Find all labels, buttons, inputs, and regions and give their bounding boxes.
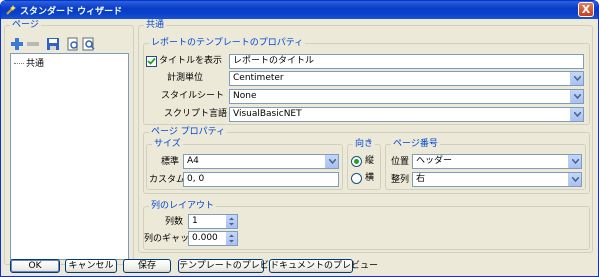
column-count-value: 1 [192,216,198,226]
unit-select[interactable]: Centimeter [229,71,584,86]
title-bar[interactable]: スタンダード ウィザード X [1,1,598,19]
save-button[interactable]: 保存 [123,259,171,273]
unit-label: 計測単位 [167,73,204,83]
custom-label: カスタム [149,175,186,185]
add-icon[interactable] [10,37,24,51]
orientation-group: 向き [347,139,381,190]
stylesheet-select[interactable]: None [229,89,584,104]
landscape-label[interactable]: 横 [365,173,374,184]
position-label: 位置 [391,157,410,167]
zoom-icon[interactable] [82,37,96,51]
page-number-title: ページ番号 [391,139,440,150]
wizard-window: スタンダード ウィザード X ページ 共通 共通 レポートのテンプレートのプロパ… [0,0,599,277]
wizard-icon [6,5,16,15]
unit-dropdown-button[interactable] [570,72,583,85]
dropdown-arrow-icon [329,159,336,164]
page-tree[interactable]: 共通 [10,53,129,260]
spin-arrows-icon [229,217,234,226]
tree-item-label: 共通 [26,59,45,69]
stylesheet-value: None [233,91,257,101]
unit-value: Centimeter [233,73,284,83]
position-dropdown-button[interactable] [568,155,581,168]
column-gap-value: 0.000 [192,233,218,243]
column-count-label: 列数 [165,217,184,227]
portrait-label[interactable]: 縦 [365,156,374,167]
size-title: サイズ [152,139,183,150]
align-label: 整列 [391,175,410,185]
column-gap-spinner[interactable]: 0.000 [188,231,238,246]
template-preview-button[interactable]: テンプレートのプレビュー [178,259,287,273]
preview-icon[interactable] [66,37,80,51]
common-group-title: 共通 [144,20,167,31]
dropdown-arrow-icon [572,177,579,182]
remove-icon[interactable] [26,37,40,51]
save-icon[interactable] [46,37,60,51]
report-template-title: レポートのテンプレートのプロパティ [149,38,306,49]
custom-size-input[interactable]: 0, 0 [183,172,339,187]
script-select[interactable]: VisualBasicNET [229,107,584,122]
document-preview-button[interactable]: ドキュメントのプレビュー [269,259,378,273]
orientation-title: 向き [353,139,376,150]
position-value: ヘッダー [416,156,453,166]
checkmark-icon [147,57,156,65]
portrait-radio[interactable] [351,156,362,167]
align-value: 右 [416,174,426,184]
column-count-spinner[interactable]: 1 [188,214,238,229]
cancel-button[interactable]: キャンセル [65,259,117,273]
align-select[interactable]: 右 [412,172,582,187]
page-props-title: ページ プロパティ [149,127,228,138]
ok-button[interactable]: OK [10,259,60,273]
standard-size-select[interactable]: A4 [183,154,339,169]
radio-selected-dot [354,159,359,164]
script-dropdown-button[interactable] [570,108,583,121]
script-label: スクリプト言語 [164,109,228,119]
landscape-radio[interactable] [351,173,362,184]
standard-size-dropdown-button[interactable] [325,155,338,168]
position-select[interactable]: ヘッダー [412,154,582,169]
title-input[interactable]: レポートのタイトル [229,54,584,69]
close-button[interactable]: X [578,2,594,17]
stylesheet-label: スタイルシート [161,91,225,101]
standard-size-value: A4 [187,156,199,166]
pages-group-title: ページ [10,20,41,31]
align-dropdown-button[interactable] [568,173,581,186]
standard-label: 標準 [161,157,180,167]
spin-arrows-icon [229,234,234,243]
window-title: スタンダード ウィザード [20,7,123,17]
show-title-label[interactable]: タイトルを表示 [159,56,222,67]
script-value: VisualBasicNET [233,109,302,119]
dropdown-arrow-icon [574,112,581,117]
show-title-checkbox[interactable] [146,56,157,67]
tree-item-common[interactable]: 共通 [14,56,44,69]
spin-buttons[interactable] [226,215,237,228]
dropdown-arrow-icon [572,159,579,164]
dropdown-arrow-icon [574,94,581,99]
column-layout-title: 列のレイアウト [149,201,217,212]
stylesheet-dropdown-button[interactable] [570,90,583,103]
dropdown-arrow-icon [574,76,581,81]
spin-buttons[interactable] [226,232,237,245]
